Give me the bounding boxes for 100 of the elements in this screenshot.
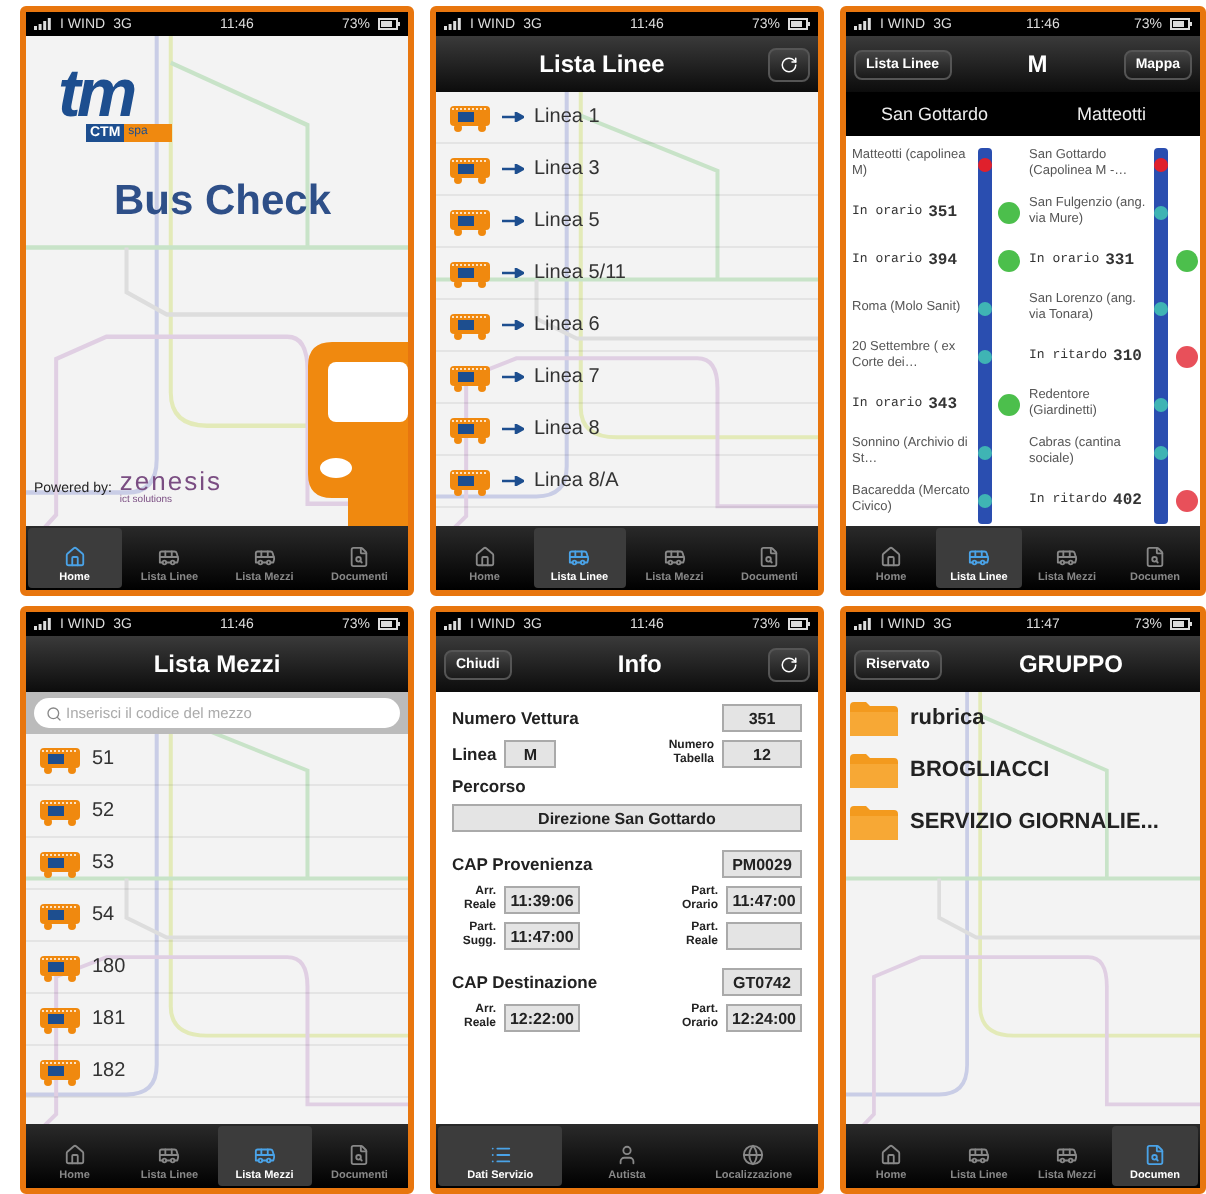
bus-icon [448,207,492,235]
bus-number: 394 [928,251,958,269]
bus-icon [38,953,82,981]
bus-number: 351 [928,203,958,221]
field-label: CAP Destinazione [452,972,598,992]
battery-icon [1170,618,1193,630]
bus-icon [38,745,82,773]
field-label: Linea [452,744,497,764]
line-row[interactable]: Linea 5 [436,196,818,248]
bus-icon [448,415,492,443]
vehicle-row[interactable]: 51 [26,734,408,786]
battery-icon [788,618,811,630]
vehicle-row[interactable]: 182 [26,1046,408,1098]
document-search-icon [348,546,371,568]
signal-icon [34,18,52,30]
line-row[interactable]: Linea 8 [436,404,818,456]
signal-icon [34,618,52,630]
screen-title: Lista Mezzi [151,650,283,678]
folder-icon [850,805,898,839]
bus-icon [1056,1144,1078,1166]
logo-mark: tm [58,64,134,124]
home-icon [473,546,496,568]
bus-icon [158,546,181,568]
value-field: 12:24:00 [726,1004,802,1032]
signal-icon [854,618,872,630]
bus-icon [448,103,492,131]
refresh-button[interactable] [768,647,810,681]
folder-row[interactable]: SERVIZIO GIORNALIE... [846,796,1200,848]
battery-icon [378,18,401,30]
line-row[interactable]: Linea 3 [436,144,818,196]
value-field: 351 [722,704,802,732]
signal-icon [854,18,872,30]
home-icon [880,1144,902,1166]
refresh-button[interactable] [768,47,810,81]
bus-number: 310 [1113,347,1142,365]
bus-icon [448,311,492,339]
globe-icon [742,1144,765,1166]
folder-icon [850,753,898,787]
screen-title: Lista Linee [537,50,667,78]
value-field: 12 [722,740,802,768]
person-icon [615,1144,638,1166]
search-icon [46,705,62,721]
folder-row[interactable]: rubrica [846,692,1200,744]
arrow-icon [502,216,524,226]
home-icon [63,546,86,568]
arrow-icon [502,164,524,174]
battery-icon [1170,18,1193,30]
value-field: GT0742 [722,968,802,996]
direction-label: San Gottardo [878,104,991,124]
battery-icon [788,18,811,30]
bus-icon [38,797,82,825]
value-field: 11:39:06 [504,886,580,914]
value-field: 11:47:00 [504,922,580,950]
field-label: Numero Vettura [452,708,579,728]
vehicle-row[interactable]: 181 [26,994,408,1046]
bus-number: 343 [928,395,958,413]
bus-icon [158,1144,181,1166]
signal-icon [444,618,462,630]
home-icon [880,546,902,568]
line-row[interactable]: Linea 1 [436,92,818,144]
line-row[interactable]: Linea 5/11 [436,248,818,300]
bus-icon [38,901,82,929]
document-search-icon [1144,1144,1166,1166]
arrow-icon [502,268,524,278]
value-field: M [504,740,557,768]
arrow-icon [502,372,524,382]
field-label: CAP Provenienza [452,854,593,874]
app-title: Bus Check [114,178,334,226]
vehicle-row[interactable]: 54 [26,890,408,942]
bus-icon [253,1144,276,1166]
bus-icon [568,546,591,568]
line-row[interactable]: Linea 6 [436,300,818,352]
document-search-icon [758,546,781,568]
arrow-icon [502,320,524,330]
bus-icon [448,259,492,287]
bus-icon [1056,546,1078,568]
bus-icon [38,1005,82,1033]
value-field: Direzione San Gottardo [452,804,802,832]
vehicle-row[interactable]: 180 [26,942,408,994]
line-row[interactable]: Linea 8/A [436,456,818,508]
home-icon [63,1144,86,1166]
value-field: 12:22:00 [504,1004,580,1032]
arrow-icon [502,424,524,434]
bus-icon [968,546,990,568]
folder-row[interactable]: BROGLIACCI [846,744,1200,796]
bus-icon [38,849,82,877]
vehicle-row[interactable]: 53 [26,838,408,890]
bus-icon [38,1057,82,1085]
line-row[interactable]: Linea 7 [436,352,818,404]
bus-number: 402 [1113,491,1142,509]
bus-icon [448,155,492,183]
screen-title: GRUPPO [1016,650,1125,678]
value-field: PM0029 [722,850,802,878]
vehicle-row[interactable]: 52 [26,786,408,838]
value-field: 11:47:00 [726,886,802,914]
arrow-icon [502,112,524,122]
field-label: Percorso [452,776,528,796]
refresh-icon [780,655,798,673]
document-search-icon [1144,546,1166,568]
direction-label: Matteotti [1074,104,1148,124]
